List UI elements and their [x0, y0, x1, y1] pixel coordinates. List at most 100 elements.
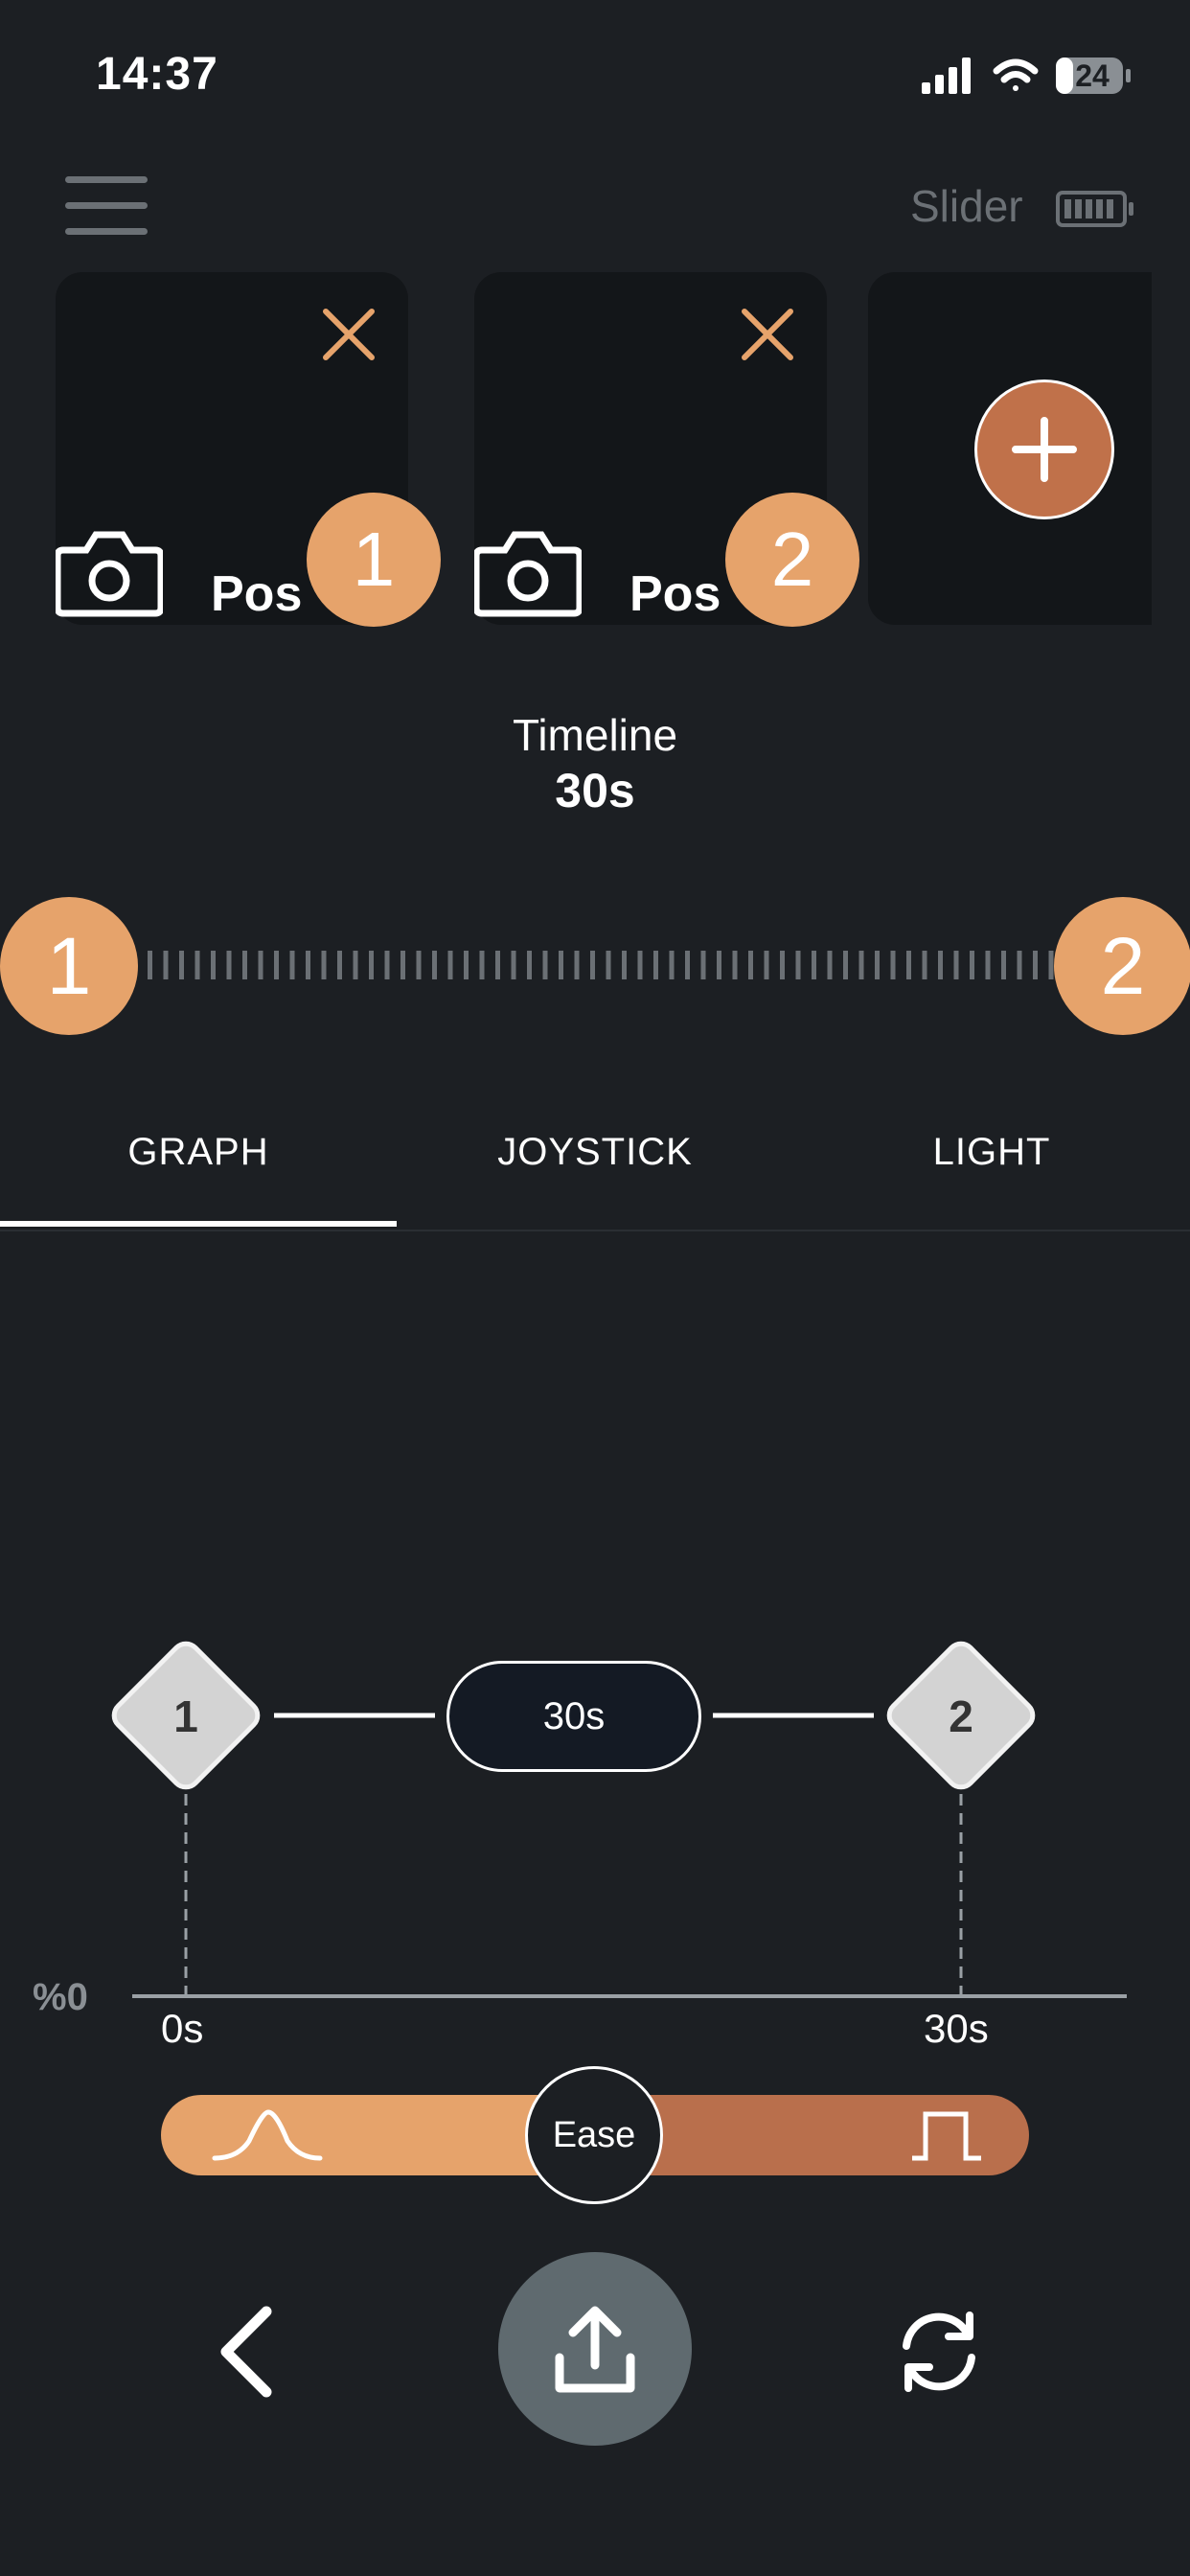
timeline-tick [1048, 951, 1054, 979]
timeline-tick [1017, 951, 1022, 979]
camera-icon[interactable] [54, 529, 165, 617]
segment-duration-pill[interactable]: 30s [446, 1661, 701, 1772]
status-time: 14:37 [96, 49, 218, 100]
close-icon[interactable] [740, 307, 795, 362]
camera-icon[interactable] [472, 529, 584, 617]
timeline-tick [464, 951, 469, 979]
tab-divider [0, 1230, 1190, 1231]
timeline-tick [574, 951, 580, 979]
timeline-tick [511, 951, 516, 979]
timeline-tick [353, 951, 358, 979]
refresh-icon [903, 2312, 975, 2392]
timeline-tick [321, 951, 327, 979]
timeline-node-end[interactable]: 2 [1054, 897, 1190, 1035]
position-badge: 1 [307, 493, 441, 627]
refresh-button[interactable] [889, 2302, 989, 2402]
timeline-tick [922, 951, 927, 979]
timeline-tick [306, 951, 310, 979]
timeline-tick [1033, 951, 1038, 979]
timeline-tick [416, 951, 422, 979]
timeline-tick [906, 951, 911, 979]
timeline-tick [179, 951, 184, 979]
timeline-tick [795, 951, 801, 979]
timeline-tick [258, 951, 263, 979]
plus-icon [1012, 417, 1077, 482]
timeline-title: Timeline [512, 710, 678, 760]
timeline-tick [637, 951, 643, 979]
device-name: Slider [910, 181, 1023, 231]
timeline-tick [274, 951, 279, 979]
position-label: Pos [629, 566, 721, 622]
timeline-tick [812, 951, 816, 979]
timeline-tick [653, 951, 658, 979]
tab-joystick[interactable]: JOYSTICK [397, 1131, 793, 1188]
menu-button[interactable] [65, 176, 148, 236]
battery-level: 24 [1075, 58, 1110, 93]
ease-knob[interactable]: Ease [525, 2066, 663, 2204]
timeline-tick [953, 951, 959, 979]
tab-light[interactable]: LIGHT [793, 1131, 1190, 1188]
position-badge: 2 [725, 493, 859, 627]
keyframe-label-1[interactable]: 1 [148, 1690, 224, 1742]
timeline-tick [384, 951, 390, 979]
timeline-tick [590, 951, 595, 979]
close-icon[interactable] [321, 307, 377, 362]
timeline-tick [764, 951, 769, 979]
upload-icon [555, 2306, 635, 2393]
timeline-track[interactable] [144, 951, 1054, 979]
timeline-tick [700, 951, 706, 979]
timeline-tick [226, 951, 232, 979]
timeline-duration: 30s [555, 764, 635, 817]
timeline-tick [875, 951, 880, 979]
timeline-tick [337, 951, 342, 979]
timeline-tick [369, 951, 374, 979]
timeline-tick [780, 951, 785, 979]
add-position-button[interactable] [974, 380, 1114, 519]
x-axis-label-end: 30s [924, 2006, 989, 2051]
timeline-tick [211, 951, 216, 979]
tab-active-indicator [0, 1221, 397, 1227]
timeline-tick [148, 951, 152, 979]
timeline-tick [242, 951, 247, 979]
timeline-tick [495, 951, 500, 979]
timeline-tick [622, 951, 627, 979]
status-icons: 24 [920, 52, 1140, 100]
timeline-node-start[interactable]: 1 [0, 897, 138, 1035]
timeline-tick [890, 951, 896, 979]
tab-graph[interactable]: GRAPH [0, 1131, 397, 1188]
timeline-tick [732, 951, 738, 979]
timeline-tick [858, 951, 864, 979]
timeline-tick [685, 951, 690, 979]
timeline-tick [606, 951, 611, 979]
timeline-tick [669, 951, 675, 979]
timeline-tick [432, 951, 437, 979]
signal-icon [922, 58, 971, 94]
timeline-tick [1001, 951, 1006, 979]
timeline-tick [527, 951, 532, 979]
timeline-tick [289, 951, 295, 979]
x-axis-label-start: 0s [161, 2006, 204, 2051]
timeline-tick [717, 951, 721, 979]
timeline-tick [447, 951, 453, 979]
timeline-tick [195, 951, 200, 979]
timeline-tick [542, 951, 548, 979]
device-battery-icon [1056, 190, 1134, 228]
timeline-tick [970, 951, 974, 979]
timeline-tick [843, 951, 848, 979]
timeline-tick [400, 951, 405, 979]
wifi-icon [993, 58, 1039, 91]
position-label: Pos [211, 566, 303, 622]
chevron-left-icon [220, 2306, 272, 2398]
timeline-tick [163, 951, 169, 979]
timeline-tick [827, 951, 833, 979]
timeline-tick [938, 951, 943, 979]
upload-button[interactable] [498, 2252, 692, 2446]
back-button[interactable] [207, 2302, 284, 2402]
y-axis-label: %0 [33, 1976, 88, 2018]
square-pulse-icon [912, 2111, 981, 2161]
timeline-tick [479, 951, 485, 979]
bell-curve-icon [212, 2109, 323, 2161]
timeline-tick [985, 951, 991, 979]
keyframe-label-2[interactable]: 2 [923, 1690, 999, 1742]
timeline-tick [559, 951, 563, 979]
